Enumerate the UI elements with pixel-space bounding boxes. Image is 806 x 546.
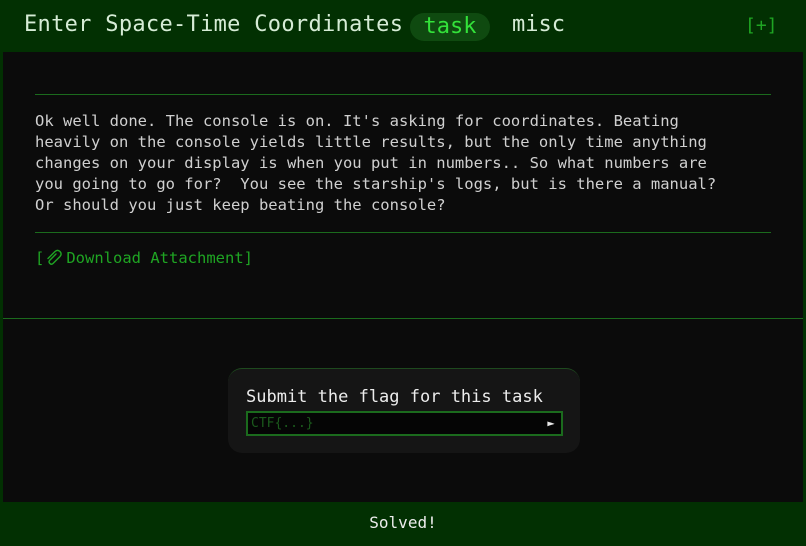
attachment-bracket: [ [35,249,45,267]
divider-top [35,94,771,95]
flag-input[interactable] [246,411,563,436]
attachment-label: Download Attachment] [66,249,253,267]
download-attachment-link[interactable]: [ Download Attachment] [35,249,253,267]
play-arrow-icon: ► [547,416,555,430]
task-description: Ok well done. The console is on. It's as… [35,112,717,214]
tag-misc[interactable]: misc [512,12,565,37]
task-title: Enter Space-Time Coordinates [24,12,404,37]
section-divider [3,318,803,319]
paperclip-icon [44,249,66,265]
submit-flag-button[interactable]: ► [542,414,560,433]
task-body: Ok well done. The console is on. It's as… [3,52,803,502]
tag-task[interactable]: task [410,13,490,41]
task-header: Enter Space-Time Coordinates task misc [… [0,0,806,52]
flag-submit-box: Submit the flag for this task ► [228,368,580,453]
submit-label: Submit the flag for this task [246,387,543,407]
expand-button[interactable]: [+] [745,15,778,36]
divider-middle [35,232,771,233]
task-card: Enter Space-Time Coordinates task misc [… [0,0,806,546]
solved-status: Solved! [0,502,806,546]
